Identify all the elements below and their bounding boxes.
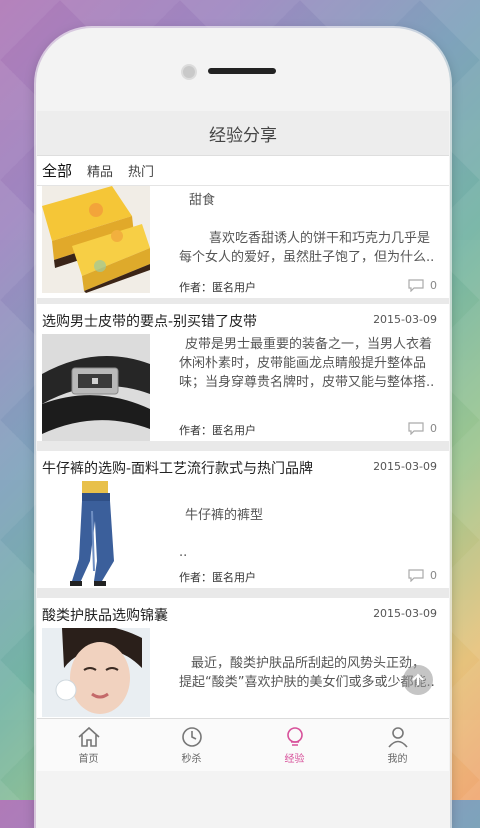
article-card-dessert[interactable]: 甜食 喜欢吃香甜诱人的饼干和巧克力几乎是每个女人的爱好，虽然肚子饱了，但为什么.…: [37, 186, 449, 298]
experience-icon: [286, 727, 303, 746]
nav-home[interactable]: 首页: [37, 719, 140, 771]
article-author: 作者：匿名用户: [179, 424, 256, 437]
app-screen: 经验分享 全部 精品 热门 甜食 喜欢吃香甜诱人的饼干和巧克力几乎是每个女人的爱…: [37, 111, 449, 771]
nav-profile-label: 我的: [387, 754, 408, 765]
article-title: 牛仔裤的选购-面料工艺流行款式与热门品牌: [42, 461, 314, 477]
article-title: 选购男士皮带的要点-别买错了皮带: [42, 314, 258, 330]
flash-sale-icon: [181, 727, 202, 747]
scroll-to-top-button[interactable]: [403, 665, 433, 695]
comment-icon: [408, 569, 424, 582]
front-camera: [181, 64, 197, 80]
comment-icon: [408, 422, 424, 435]
nav-flash-sale[interactable]: 秒杀: [140, 719, 243, 771]
article-excerpt-heading: 甜食: [189, 193, 216, 208]
article-excerpt: 最近，酸类护肤品所刮起的风势头正劲，提起“酸类”喜欢护肤的美女们或多或少都能..: [179, 656, 435, 690]
article-date: 2015-03-09: [373, 607, 437, 620]
nav-profile[interactable]: 我的: [346, 719, 449, 771]
comment-count-value: 0: [430, 569, 437, 582]
article-date: 2015-03-09: [373, 460, 437, 473]
article-title: 酸类护肤品选购锦囊: [42, 608, 168, 624]
page-title: 经验分享: [209, 125, 277, 146]
tab-popular[interactable]: 热门: [128, 161, 154, 180]
comment-count-value: 0: [430, 422, 437, 435]
nav-experience[interactable]: 经验: [243, 719, 346, 771]
cake-slice-image: [42, 186, 150, 293]
article-feed[interactable]: 甜食 喜欢吃香甜诱人的饼干和巧克力几乎是每个女人的爱好，虽然肚子饱了，但为什么.…: [37, 186, 449, 717]
article-excerpt: 皮带是男士最重要的装备之一，当男人衣着休闲朴素时，皮带能画龙点睛般提升整体品味；…: [179, 337, 435, 390]
leather-belt-image: [42, 334, 150, 441]
comment-count[interactable]: 0: [408, 422, 437, 435]
nav-home-label: 首页: [78, 754, 99, 765]
bottom-nav: 首页 秒杀 经验 我的: [37, 718, 449, 771]
article-excerpt: 喜欢吃香甜诱人的饼干和巧克力几乎是每个女人的爱好，虽然肚子饱了，但为什么..: [179, 231, 435, 265]
article-excerpt: ..: [179, 545, 188, 560]
filter-tabs: 全部 精品 热门: [37, 156, 449, 186]
article-card-skincare[interactable]: 酸类护肤品选购锦囊 2015-03-09 最近，酸类护肤品所刮起的风势头正劲，提…: [37, 598, 449, 717]
article-excerpt-heading: 牛仔裤的裤型: [185, 508, 264, 523]
comment-icon: [408, 279, 424, 292]
earpiece-speaker: [208, 68, 276, 74]
nav-experience-label: 经验: [284, 754, 305, 765]
article-card-jeans[interactable]: 牛仔裤的选购-面料工艺流行款式与热门品牌 2015-03-09 牛仔裤的裤型 .…: [37, 451, 449, 588]
nav-flash-sale-label: 秒杀: [181, 754, 202, 765]
profile-icon: [387, 727, 408, 748]
tab-featured[interactable]: 精品: [87, 161, 113, 180]
comment-count-value: 0: [430, 279, 437, 292]
article-author: 作者：匿名用户: [179, 281, 256, 294]
jeans-model-image: [42, 481, 150, 588]
article-card-belt[interactable]: 选购男士皮带的要点-别买错了皮带 2015-03-09 皮带是男士最重要的装备之…: [37, 304, 449, 441]
comment-count[interactable]: 0: [408, 279, 437, 292]
skincare-woman-image: [42, 628, 150, 717]
article-date: 2015-03-09: [373, 313, 437, 326]
arrow-up-icon: [412, 673, 424, 685]
tab-all[interactable]: 全部: [42, 160, 72, 181]
comment-count[interactable]: 0: [408, 569, 437, 582]
article-author: 作者：匿名用户: [179, 571, 256, 584]
home-icon: [77, 726, 100, 747]
title-bar: 经验分享: [37, 111, 449, 156]
